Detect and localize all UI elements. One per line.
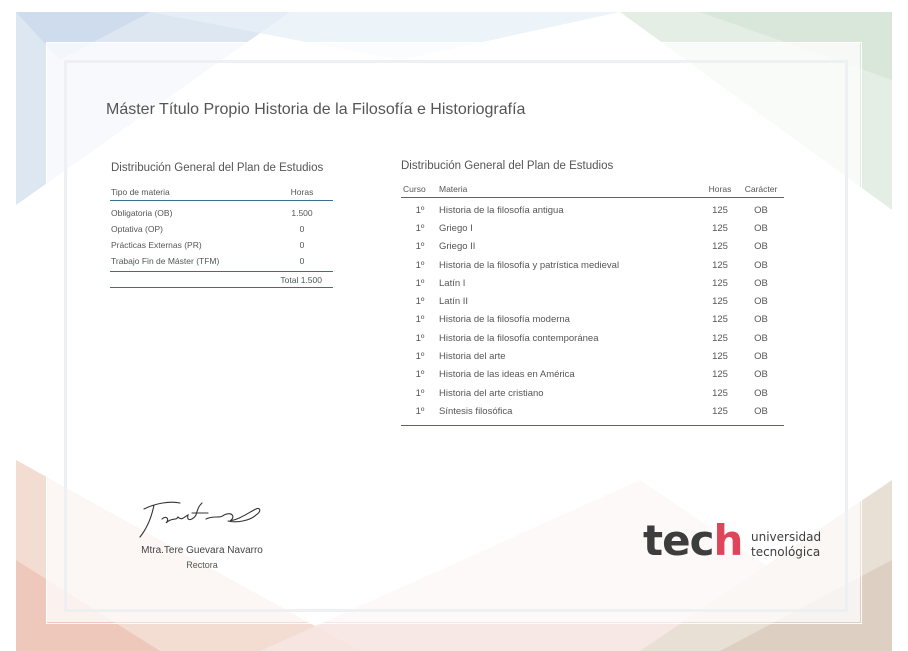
cell-character: OB <box>754 332 768 344</box>
table-row: 1º Historia del arte cristiano 125 OB <box>401 384 784 402</box>
signature-image <box>139 501 261 538</box>
cell-type: Trabajo Fin de Máster (TFM) <box>111 256 220 266</box>
cell-subject: Historia de la filosofía y patrística me… <box>439 259 620 271</box>
cell-hours: 1.500 <box>291 208 313 218</box>
cell-course: 1º <box>415 296 425 308</box>
header-type: Tipo de materia <box>111 186 170 197</box>
cell-character: OB <box>754 387 768 399</box>
general-distribution-title: Distribución General del Plan de Estudio… <box>111 162 324 174</box>
cell-course: 1º <box>415 369 425 381</box>
cell-character: OB <box>754 369 768 381</box>
cell-course: 1º <box>415 204 425 216</box>
tech-logo: tech universidad tecnológica <box>643 516 843 566</box>
table-row: Prácticas Externas (PR) 0 <box>110 237 333 253</box>
cell-character: OB <box>754 204 768 216</box>
cell-course: 1º <box>415 332 425 344</box>
cell-character: OB <box>754 222 768 234</box>
cell-course: 1º <box>415 314 425 326</box>
cell-subject: Historia de las ideas en América <box>439 369 575 381</box>
table-row: 1º Historia de la filosofía antigua 125 OB <box>401 201 784 219</box>
table-header: Tipo de materia Horas <box>110 183 333 201</box>
cell-subject: Historia del arte cristiano <box>439 387 544 399</box>
header-subject: Materia <box>439 184 468 194</box>
cell-course: 1º <box>415 387 425 399</box>
table-row: 1º Griego I 125 OB <box>401 219 784 237</box>
cell-subject: Latín II <box>439 296 469 308</box>
cell-subject: Historia de la filosofía contemporánea <box>439 332 599 344</box>
table-row: Obligatoria (OB) 1.500 <box>110 205 333 221</box>
header-course: Curso <box>403 184 426 194</box>
cell-hours: 125 <box>712 222 728 234</box>
cell-hours: 0 <box>299 256 305 266</box>
table-row: Trabajo Fin de Máster (TFM) 0 <box>110 253 333 269</box>
cell-course: 1º <box>415 277 425 289</box>
cell-hours: 125 <box>712 387 728 399</box>
logo-wordmark: tech <box>643 516 743 565</box>
table-row: Optativa (OP) 0 <box>110 221 333 237</box>
table-row: 1º Griego II 125 OB <box>401 238 784 256</box>
cell-subject: Historia del arte <box>439 351 506 363</box>
cell-course: 1º <box>415 405 425 417</box>
table-row: 1º Latín I 125 OB <box>401 274 784 292</box>
cell-hours: 125 <box>712 241 728 253</box>
logo-line-2: tecnológica <box>751 545 821 559</box>
cell-type: Optativa (OP) <box>111 224 163 234</box>
cell-subject: Síntesis filosófica <box>439 405 513 417</box>
header-character: Carácter <box>744 184 778 194</box>
cell-character: OB <box>754 296 768 308</box>
cell-course: 1º <box>415 259 425 271</box>
signer-role: Rectora <box>186 560 218 570</box>
table-header: Curso Materia Horas Carácter <box>401 181 784 198</box>
cell-type: Prácticas Externas (PR) <box>111 240 202 250</box>
logo-line-1: universidad <box>751 530 822 544</box>
signer-name: Mtra.Tere Guevara Navarro <box>141 545 263 556</box>
cell-course: 1º <box>415 222 425 234</box>
cell-subject: Griego I <box>439 222 473 234</box>
cell-character: OB <box>754 241 768 253</box>
cell-hours: 125 <box>712 351 728 363</box>
total-hours: Total 1.500 <box>110 272 333 288</box>
subjects-table: Curso Materia Horas Carácter 1º Historia … <box>401 181 784 426</box>
general-distribution-table: Tipo de materia Horas Obligatoria (OB) 1… <box>110 183 333 288</box>
cell-character: OB <box>754 277 768 289</box>
table-row: 1º Historia del arte 125 OB <box>401 347 784 365</box>
cell-subject: Latín I <box>439 277 466 289</box>
cell-hours: 0 <box>299 240 305 250</box>
cell-hours: 125 <box>712 314 728 326</box>
table-row: 1º Síntesis filosófica 125 OB <box>401 402 784 420</box>
header-hours: Horas <box>290 186 314 197</box>
cell-hours: 0 <box>299 224 305 234</box>
header-hours: Horas <box>708 184 732 194</box>
cell-course: 1º <box>415 351 425 363</box>
cell-character: OB <box>754 405 768 417</box>
cell-hours: 125 <box>712 204 728 216</box>
cell-hours: 125 <box>712 277 728 289</box>
table-row: 1º Latín II 125 OB <box>401 292 784 310</box>
cell-hours: 125 <box>712 405 728 417</box>
cell-hours: 125 <box>712 296 728 308</box>
cell-character: OB <box>754 351 768 363</box>
cell-subject: Historia de la filosofía antigua <box>439 204 564 216</box>
cell-type: Obligatoria (OB) <box>111 208 173 218</box>
plan-distribution-title: Distribución General del Plan de Estudio… <box>401 160 614 172</box>
cell-subject: Griego II <box>439 241 476 253</box>
cell-hours: 125 <box>712 369 728 381</box>
cell-character: OB <box>754 259 768 271</box>
table-row: 1º Historia de la filosofía contemporánea… <box>401 329 784 347</box>
table-row: 1º Historia de la filosofía y patrística … <box>401 256 784 274</box>
cell-hours: 125 <box>712 259 728 271</box>
cell-course: 1º <box>415 241 425 253</box>
table-row: 1º Historia de la filosofía moderna 125 OB <box>401 311 784 329</box>
table-row: 1º Historia de las ideas en América 125 OB <box>401 366 784 384</box>
page-title: Máster Título Propio Historia de la Filo… <box>106 101 526 118</box>
cell-character: OB <box>754 314 768 326</box>
cell-subject: Historia de la filosofía moderna <box>439 314 570 326</box>
cell-hours: 125 <box>712 332 728 344</box>
